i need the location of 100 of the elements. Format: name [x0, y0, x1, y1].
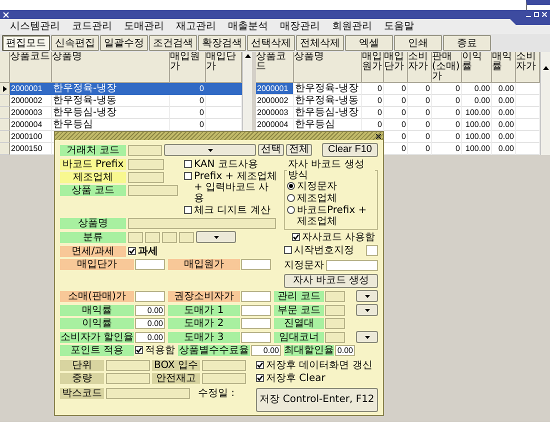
checkbox[interactable]	[256, 361, 264, 369]
table-cell: 0	[432, 131, 462, 143]
field-label: 거래처 코드	[60, 144, 126, 156]
checkbox-label: 시작번호지정	[294, 245, 354, 256]
generate-barcode-button[interactable]: 자사 바코드 생성	[284, 274, 378, 288]
menu-item[interactable]: 매장관리	[274, 20, 326, 34]
radio-label: 지정문자	[297, 181, 337, 192]
scroll-up-icon[interactable]	[244, 54, 250, 58]
checkbox-label: 저장후 Clear	[266, 373, 326, 384]
table-cell: 0	[170, 107, 206, 119]
field-label: 임대코너	[274, 332, 324, 342]
checkbox[interactable]	[135, 346, 143, 354]
table-cell: 2000001	[256, 83, 294, 95]
checkbox[interactable]	[184, 160, 192, 168]
table-row[interactable]: 2000004 한우등심 0	[0, 119, 242, 131]
menu-item[interactable]: 코드관리	[66, 20, 118, 34]
field-label: 도매가 1	[168, 304, 240, 316]
table-row[interactable]: 2000003 한우등심-냉장 0	[0, 107, 242, 119]
table-cell: 0	[384, 83, 408, 95]
input-field[interactable]: 0.00	[135, 318, 165, 329]
table-cell: 0	[170, 95, 206, 107]
table-row[interactable]: 2000004 한우등심 0 0 0 0 100.00 0.00	[256, 119, 540, 131]
field-label: 면세/과세	[60, 246, 126, 257]
input-field[interactable]	[135, 290, 165, 302]
table-cell: 100.00	[462, 119, 492, 131]
table-cell: 0	[408, 83, 432, 95]
field-label: 중량	[60, 373, 104, 384]
checkbox[interactable]	[284, 246, 292, 254]
table-cell: 한우등심	[294, 119, 362, 131]
field-label: 상품명	[60, 218, 126, 229]
input-field[interactable]	[241, 332, 271, 342]
toolbar-button[interactable]: 전체삭제	[296, 35, 344, 51]
table-cell: 2000100	[10, 131, 52, 143]
all-button[interactable]: 전체	[286, 144, 312, 156]
radio-button[interactable]	[287, 206, 295, 214]
radio-button[interactable]	[287, 182, 295, 190]
input-field[interactable]: 0.00	[135, 332, 165, 342]
group-title: 자사 바코드 생성방식	[287, 159, 366, 181]
input-field[interactable]	[241, 259, 271, 270]
toolbar-button[interactable]: 조건검색	[149, 35, 197, 51]
checkbox[interactable]	[128, 247, 136, 255]
caret-icon	[208, 148, 212, 152]
table-row[interactable]: 2000002 한우정육-냉동 0 0 0 0 0.00 0.00	[256, 95, 540, 107]
input-field[interactable]	[241, 304, 271, 316]
save-button[interactable]: 저장 Control-Enter, F12	[256, 388, 378, 412]
table-cell: 0	[432, 95, 462, 107]
toolbar-button[interactable]: 신속편집	[51, 35, 99, 51]
scroll-up-icon[interactable]	[542, 66, 548, 70]
input-field[interactable]: 0.00	[335, 345, 355, 356]
field-label: 포인트 적용	[60, 345, 134, 356]
menu-item[interactable]: 시스템관리	[4, 20, 66, 34]
input-field[interactable]: 0.00	[251, 345, 281, 356]
table-cell: 2000004	[10, 119, 52, 131]
field-label: 매익률	[60, 304, 134, 316]
checkbox[interactable]	[184, 172, 192, 180]
table-cell: 0.00	[492, 95, 516, 107]
table-cell: 한우등심-냉장	[294, 107, 362, 119]
row-indicator	[0, 95, 10, 107]
table-cell: 2000002	[256, 95, 294, 107]
checkbox[interactable]	[184, 206, 192, 214]
toolbar-button[interactable]: 종료	[443, 35, 491, 51]
field-label: 매입원가	[168, 259, 240, 270]
input-field[interactable]	[241, 290, 271, 302]
close-icon[interactable]	[376, 134, 381, 138]
toolbar-button[interactable]: 선택삭제	[247, 35, 295, 51]
menu-item[interactable]: 재고관리	[170, 20, 222, 34]
toolbar-button[interactable]: 편집모드	[2, 35, 50, 51]
row-indicator	[0, 131, 10, 143]
field-label: 박스코드	[60, 388, 104, 398]
maximize-icon[interactable]	[534, 12, 539, 17]
table-row[interactable]: 2000002 한우정육-냉동 0	[0, 95, 242, 107]
table-row[interactable]: 2000001 한우정육-냉장 0 0 0 0 0.00 0.00	[256, 83, 540, 95]
table-cell: 0.00	[492, 107, 516, 119]
toolbar-button[interactable]: 확장검색	[198, 35, 246, 51]
field-label: 최대할인율	[284, 345, 334, 356]
toolbar-button[interactable]: 일괄수정	[100, 35, 148, 51]
input-field[interactable]: 0.00	[135, 304, 165, 316]
table-cell: 0	[362, 107, 384, 119]
table-cell: 0.00	[462, 95, 492, 107]
clear-button[interactable]: Clear F10	[322, 143, 378, 157]
input-field[interactable]	[366, 245, 378, 256]
menu-item[interactable]: 매출분석	[222, 20, 274, 34]
menu-item[interactable]: 회원관리	[326, 20, 378, 34]
input-field[interactable]	[326, 260, 378, 270]
table-row[interactable]: 2000003 한우등심-냉장 0 0 0 0 100.00 0.00	[256, 107, 540, 119]
checkbox[interactable]	[292, 233, 300, 241]
select-button[interactable]: 선택	[258, 144, 284, 156]
checkbox-label: 과세	[138, 246, 158, 257]
radio-button[interactable]	[287, 194, 295, 202]
toolbar-button[interactable]: 엑셀	[345, 35, 393, 51]
checkbox[interactable]	[256, 374, 264, 382]
table-cell: 0	[408, 107, 432, 119]
toolbar-button[interactable]: 인쇄	[394, 35, 442, 51]
input-field[interactable]	[241, 318, 271, 329]
table-cell: 0	[408, 95, 432, 107]
scrollbar[interactable]	[540, 52, 550, 155]
menu-item[interactable]: 도매관리	[118, 20, 170, 34]
input-field[interactable]	[135, 259, 165, 270]
table-cell: 한우등심-냉장	[52, 107, 170, 119]
menu-item[interactable]: 도움말	[378, 20, 420, 34]
